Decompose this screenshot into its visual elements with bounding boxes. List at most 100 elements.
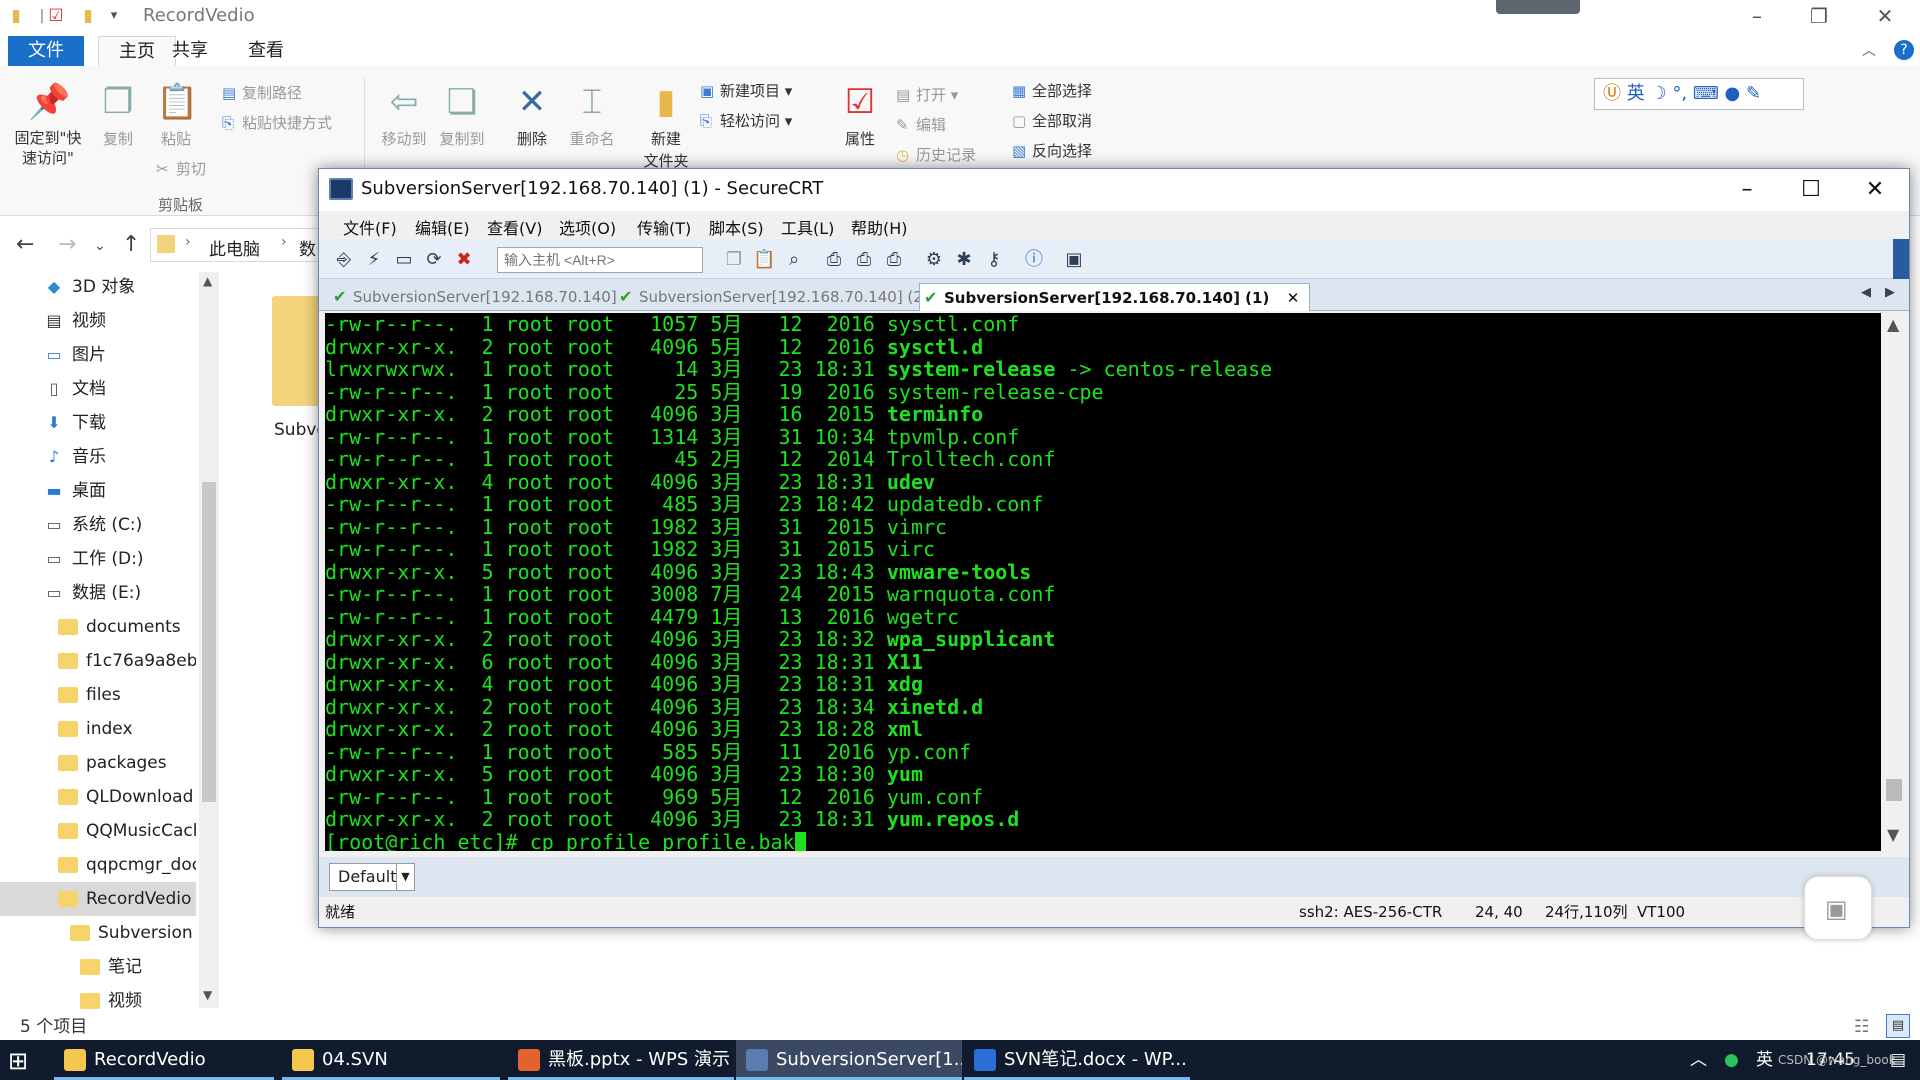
copy-button[interactable]: ❐ 复制 (96, 80, 140, 149)
select-all-button[interactable]: ▦ 全部选择 (1012, 76, 1092, 106)
taskbar-item[interactable]: SVN笔记.docx - WP... (964, 1040, 1190, 1080)
up-arrow-icon[interactable]: ↑ (122, 232, 140, 257)
menu-view[interactable]: 查看(V) (487, 215, 542, 239)
crt-minimize-icon[interactable]: – (1717, 175, 1777, 205)
customize-quick-icon[interactable]: ▾ (104, 6, 124, 26)
menu-edit[interactable]: 编辑(E) (415, 215, 470, 239)
nav-item-desktop[interactable]: ▬ 桌面 (0, 474, 196, 508)
nav-item-folder[interactable]: Subversion (0, 916, 196, 950)
host-input[interactable] (497, 247, 703, 273)
tray-app-icon[interactable]: ● (1724, 1040, 1739, 1080)
breadcrumb-next[interactable]: 数 (299, 235, 316, 260)
floating-chat-widget[interactable]: ▣ (1804, 876, 1872, 940)
new-folder-button[interactable]: ▮ 新建 文件夹 (640, 80, 692, 172)
nav-item-recordvedio[interactable]: RecordVedio (0, 882, 196, 916)
help-icon[interactable]: ? (1894, 40, 1914, 60)
crt-maximize-icon[interactable]: ☐ (1781, 175, 1841, 205)
recent-chevron-icon[interactable]: ⌄ (94, 238, 106, 254)
print-selection-icon[interactable]: ⎙ (853, 249, 875, 271)
sftp-icon[interactable]: ▣ (1063, 249, 1085, 271)
connect-icon[interactable]: ⎆ (333, 249, 355, 271)
breadcrumb-this-pc[interactable]: 此电脑 (209, 235, 260, 260)
scroll-thumb[interactable] (1886, 779, 1902, 801)
nav-item-folder[interactable]: index (0, 712, 196, 746)
large-icons-view-icon[interactable]: ▤ (1886, 1014, 1910, 1038)
taskbar-item[interactable]: RecordVedio (54, 1040, 274, 1080)
menu-options[interactable]: 选项(O) (559, 215, 616, 239)
scroll-up-icon[interactable]: ▲ (203, 274, 212, 288)
tray-ime-lang[interactable]: 英 (1756, 1040, 1773, 1080)
menu-script[interactable]: 脚本(S) (709, 215, 764, 239)
terminal-output[interactable]: -rw-r--r--. 1 root root 1057 5月 12 2016 … (325, 313, 1881, 851)
invert-selection-button[interactable]: ▧ 反向选择 (1012, 136, 1092, 166)
tray-expand-icon[interactable]: ︿ (1690, 1040, 1707, 1080)
session-tab[interactable]: ✔ SubversionServer[192.168.70.140] (2) (615, 283, 929, 311)
menu-file[interactable]: 文件(F) (343, 215, 397, 239)
new-item-button[interactable]: ▣ 新建项目 ▾ (700, 76, 792, 106)
close-icon[interactable]: ✕ (1862, 2, 1908, 30)
global-options-icon[interactable]: ✱ (953, 249, 975, 271)
button-bar-select[interactable]: Default ▼ (329, 863, 415, 891)
nav-item-drive-e[interactable]: ▭ 数据 (E:) (0, 576, 196, 610)
copy-path-button[interactable]: ▤ 复制路径 (222, 78, 332, 108)
nav-item-folder[interactable]: documents (0, 610, 196, 644)
easy-access-button[interactable]: ⎘ 轻松访问 ▾ (700, 106, 792, 136)
properties-quick-icon[interactable]: ☑ (46, 6, 66, 26)
forward-arrow-icon[interactable]: → (58, 232, 76, 257)
move-to-button[interactable]: ⇦ 移动到 (376, 80, 432, 149)
keymap-icon[interactable]: ⚷ (983, 249, 1005, 271)
terminal-scrollbar[interactable]: ▲ ▼ (1881, 313, 1907, 851)
nav-item-folder[interactable]: 笔记 (0, 950, 196, 984)
paste-shortcut-button[interactable]: ⎘ 粘贴快捷方式 (222, 108, 332, 138)
delete-button[interactable]: ✕ 删除 (506, 80, 558, 149)
paste-button[interactable]: 📋 粘贴 (154, 80, 198, 149)
rename-button[interactable]: ⌶ 重命名 (562, 80, 622, 149)
copy-icon[interactable]: ❐ (723, 249, 745, 271)
minimize-icon[interactable]: – (1734, 2, 1780, 30)
windows-start-icon[interactable]: ⊞ (8, 1048, 34, 1074)
taskbar-item-active[interactable]: SubversionServer[1... (736, 1040, 962, 1080)
disconnect-icon[interactable]: ✖ (453, 249, 475, 271)
help-icon[interactable]: ⓘ (1023, 249, 1045, 271)
menu-tools[interactable]: 工具(L) (781, 215, 834, 239)
nav-item-folder[interactable]: QQMusicCache (0, 814, 196, 848)
nav-item-documents[interactable]: ▯ 文档 (0, 372, 196, 406)
connect-tab-icon[interactable]: ▭ (393, 249, 415, 271)
find-icon[interactable]: ⌕ (783, 249, 805, 271)
new-folder-quick-icon[interactable]: ▮ (78, 6, 98, 26)
menu-help[interactable]: 帮助(H) (851, 215, 908, 239)
tab-view[interactable]: 查看 (228, 36, 304, 66)
scroll-down-icon[interactable]: ▼ (1887, 825, 1899, 844)
properties-button[interactable]: ☑ 属性 (836, 80, 884, 149)
tab-file[interactable]: 文件 (8, 36, 84, 66)
ime-toolbar[interactable]: Ⓤ 英 ☽ °, ⌨ ● ✎ (1594, 78, 1804, 110)
nav-item-folder[interactable]: qqpcmgr_docpro (0, 848, 196, 882)
nav-item-3d[interactable]: ◆ 3D 对象 (0, 270, 196, 304)
crt-close-icon[interactable]: ✕ (1845, 175, 1905, 205)
edit-button[interactable]: ✎ 编辑 (896, 110, 976, 140)
collapse-ribbon-icon[interactable]: ︿ (1862, 40, 1876, 60)
tab-scroll-left-icon[interactable]: ◀ (1861, 285, 1871, 300)
taskbar-item[interactable]: 04.SVN (282, 1040, 500, 1080)
notification-icon[interactable]: ▤ (1890, 1040, 1906, 1080)
print-icon[interactable]: ⎙ (823, 249, 845, 271)
paste-icon[interactable]: 📋 (753, 249, 775, 271)
printer-icon[interactable]: ⎙ (883, 249, 905, 271)
tab-share[interactable]: 共享 (152, 36, 228, 66)
session-options-icon[interactable]: ⚙ (923, 249, 945, 271)
scroll-up-icon[interactable]: ▲ (1887, 315, 1899, 334)
breadcrumb[interactable]: › 此电脑 › 数 (150, 228, 330, 262)
session-tab[interactable]: ✔ SubversionServer[192.168.70.140] (329, 283, 617, 311)
nav-item-video[interactable]: ▤ 视频 (0, 304, 196, 338)
session-tab-active[interactable]: ✔ SubversionServer[192.168.70.140] (1) ✕ (919, 283, 1311, 311)
toolbar-overflow-icon[interactable] (1893, 239, 1909, 279)
recording-widget[interactable] (1496, 0, 1580, 14)
quick-connect-icon[interactable]: ⚡ (363, 249, 385, 271)
open-button[interactable]: ▤ 打开 ▾ (896, 80, 976, 110)
maximize-icon[interactable]: ❐ (1796, 2, 1842, 30)
nav-item-pictures[interactable]: ▭ 图片 (0, 338, 196, 372)
pin-quick-access-button[interactable]: 📌 固定到"快 速访问" (8, 80, 88, 168)
details-view-icon[interactable]: ☷ (1854, 1010, 1869, 1044)
nav-item-folder[interactable]: f1c76a9a8eb8 (0, 644, 196, 678)
tab-scroll-right-icon[interactable]: ▶ (1885, 285, 1895, 300)
